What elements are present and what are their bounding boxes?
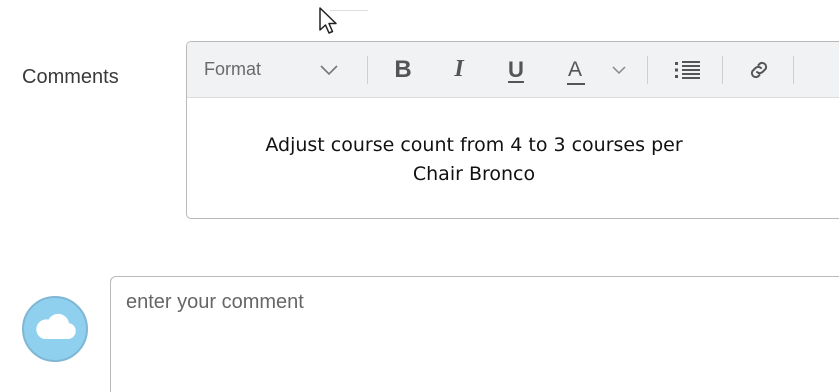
format-dropdown[interactable]: Format [204, 42, 261, 97]
comments-label: Comments [22, 66, 119, 88]
cloud-icon [33, 313, 77, 346]
rich-text-editor[interactable]: Format B I U A Adjust course count from … [186, 41, 839, 219]
italic-button[interactable]: I [446, 42, 472, 97]
editor-content-area[interactable]: Adjust course count from 4 to 3 courses … [187, 98, 769, 218]
link-icon[interactable] [745, 42, 773, 97]
editor-toolbar: Format B I U A [187, 42, 839, 98]
toolbar-divider [722, 56, 723, 84]
text-color-indicator [567, 83, 585, 85]
text-color-button[interactable]: A [562, 42, 588, 97]
comment-input-box[interactable] [110, 276, 839, 392]
toolbar-divider [793, 56, 794, 84]
editor-text-line: Adjust course count from 4 to 3 courses … [265, 134, 683, 156]
chevron-down-icon[interactable] [317, 42, 341, 97]
avatar [22, 296, 88, 362]
bulleted-list-icon[interactable] [671, 42, 705, 97]
editor-text[interactable]: Adjust course count from 4 to 3 courses … [214, 131, 734, 189]
editor-text-line: Chair Bronco [412, 163, 536, 185]
bold-button[interactable]: B [390, 42, 416, 97]
chevron-down-icon[interactable] [609, 42, 629, 97]
comment-input[interactable] [126, 291, 826, 381]
comments-section: Comments Format B I U A Adjust course co… [0, 0, 839, 392]
toolbar-divider [647, 56, 648, 84]
mouse-pointer-icon [318, 6, 340, 41]
toolbar-divider [367, 56, 368, 84]
underline-button[interactable]: U [503, 42, 529, 97]
